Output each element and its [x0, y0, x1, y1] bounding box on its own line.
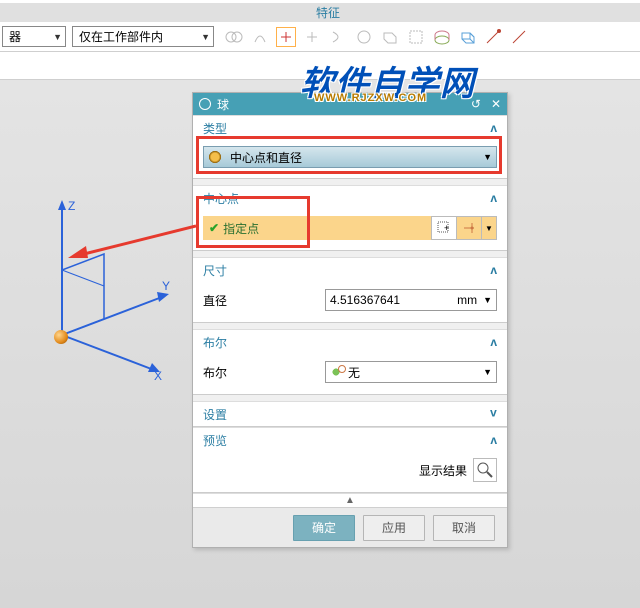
tool-icon-12[interactable] — [510, 27, 530, 47]
section-type-label: 类型 — [203, 120, 227, 137]
diameter-input[interactable]: 4.516367641 mm ▼ — [325, 289, 497, 311]
section-preview-header[interactable]: 预览 ʌ — [193, 428, 507, 452]
toolbar-icons — [224, 27, 530, 47]
point-options-button[interactable]: ▼ — [481, 216, 497, 240]
coordinate-axes: Z X Y — [42, 200, 172, 380]
section-bool-header[interactable]: 布尔 ʌ — [193, 330, 507, 354]
sphere-dialog: 球 ↺ ✕ 类型 ʌ 中心点和直径 ▼ 中心点 ʌ — [192, 92, 508, 548]
tool-icon-4[interactable] — [302, 27, 322, 47]
section-center-label: 中心点 — [203, 190, 239, 207]
dialog-button-row: 确定 应用 取消 — [193, 507, 507, 547]
combo-filter-1[interactable]: 器 ▼ — [2, 26, 66, 47]
show-result-button[interactable] — [473, 458, 497, 482]
combo-filter-2[interactable]: 仅在工作部件内 ▼ — [72, 26, 214, 47]
specify-point-label: 指定点 — [223, 220, 259, 237]
gear-icon — [199, 98, 211, 110]
dialog-title-text: 球 — [217, 96, 229, 113]
ok-button[interactable]: 确定 — [293, 515, 355, 541]
chevron-up-icon: ʌ — [490, 433, 497, 447]
chevron-down-icon: ▼ — [53, 32, 62, 42]
close-icon[interactable]: ✕ — [491, 97, 501, 111]
show-result-label: 显示结果 — [419, 462, 467, 479]
section-preview-label: 预览 — [203, 432, 227, 449]
chevron-up-icon: ʌ — [490, 191, 497, 205]
specify-point-field[interactable]: ✔ 指定点 — [203, 216, 432, 240]
cancel-button[interactable]: 取消 — [433, 515, 495, 541]
point-picker-button[interactable]: + — [431, 216, 457, 240]
apply-button[interactable]: 应用 — [363, 515, 425, 541]
dialog-titlebar[interactable]: 球 ↺ ✕ — [193, 93, 507, 115]
diameter-value: 4.516367641 — [330, 293, 400, 307]
feature-tab[interactable]: 特征 — [316, 4, 340, 21]
toolbar-main: 器 ▼ 仅在工作部件内 ▼ — [0, 22, 640, 52]
tool-icon-7[interactable] — [380, 27, 400, 47]
tool-icon-3[interactable] — [276, 27, 296, 47]
section-settings-label: 设置 — [203, 406, 227, 423]
bool-dropdown[interactable]: 无 ▼ — [325, 361, 497, 383]
section-size-label: 尺寸 — [203, 262, 227, 279]
tool-icon-9[interactable] — [432, 27, 452, 47]
sphere-type-icon — [208, 150, 222, 164]
dialog-collapse-bar[interactable]: ▲ — [193, 493, 507, 507]
chevron-down-icon: ▼ — [483, 152, 492, 162]
combo-filter-1-text: 器 — [9, 28, 21, 45]
magnifier-icon — [476, 461, 494, 479]
chevron-down-icon: ʌ — [490, 407, 497, 421]
tool-icon-6[interactable] — [354, 27, 374, 47]
svg-text:+: + — [444, 223, 449, 233]
section-bool-label: 布尔 — [203, 334, 227, 351]
tool-icon-1[interactable] — [224, 27, 244, 47]
section-size-header[interactable]: 尺寸 ʌ — [193, 258, 507, 282]
bool-value: 无 — [348, 364, 360, 381]
point-constructor-button[interactable] — [456, 216, 482, 240]
bool-none-icon — [330, 366, 342, 378]
diameter-unit: mm — [457, 293, 477, 307]
type-dropdown[interactable]: 中心点和直径 ▼ — [203, 146, 497, 168]
tool-icon-11[interactable] — [484, 27, 504, 47]
type-dropdown-value: 中心点和直径 — [230, 149, 302, 166]
chevron-down-icon: ▼ — [201, 32, 210, 42]
section-settings-header[interactable]: 设置 ʌ — [193, 402, 507, 426]
tool-icon-8[interactable] — [406, 27, 426, 47]
chevron-up-icon: ʌ — [490, 121, 497, 135]
tool-icon-10[interactable] — [458, 27, 478, 47]
reset-icon[interactable]: ↺ — [471, 97, 481, 111]
bool-field-label: 布尔 — [203, 364, 227, 381]
diameter-label: 直径 — [203, 292, 227, 309]
check-icon: ✔ — [209, 221, 219, 235]
svg-text:Z: Z — [68, 200, 75, 213]
chevron-up-icon: ʌ — [490, 335, 497, 349]
combo-filter-2-text: 仅在工作部件内 — [79, 28, 163, 45]
tool-icon-2[interactable] — [250, 27, 270, 47]
tool-icon-5[interactable] — [328, 27, 348, 47]
svg-text:Y: Y — [162, 279, 170, 293]
chevron-down-icon: ▼ — [483, 295, 492, 305]
chevron-up-icon: ʌ — [490, 263, 497, 277]
section-center-header[interactable]: 中心点 ʌ — [193, 186, 507, 210]
section-type-header[interactable]: 类型 ʌ — [193, 116, 507, 140]
svg-text:X: X — [154, 369, 162, 380]
toolbar-secondary — [0, 52, 640, 80]
chevron-down-icon: ▼ — [483, 367, 492, 377]
origin-point[interactable] — [54, 330, 68, 344]
